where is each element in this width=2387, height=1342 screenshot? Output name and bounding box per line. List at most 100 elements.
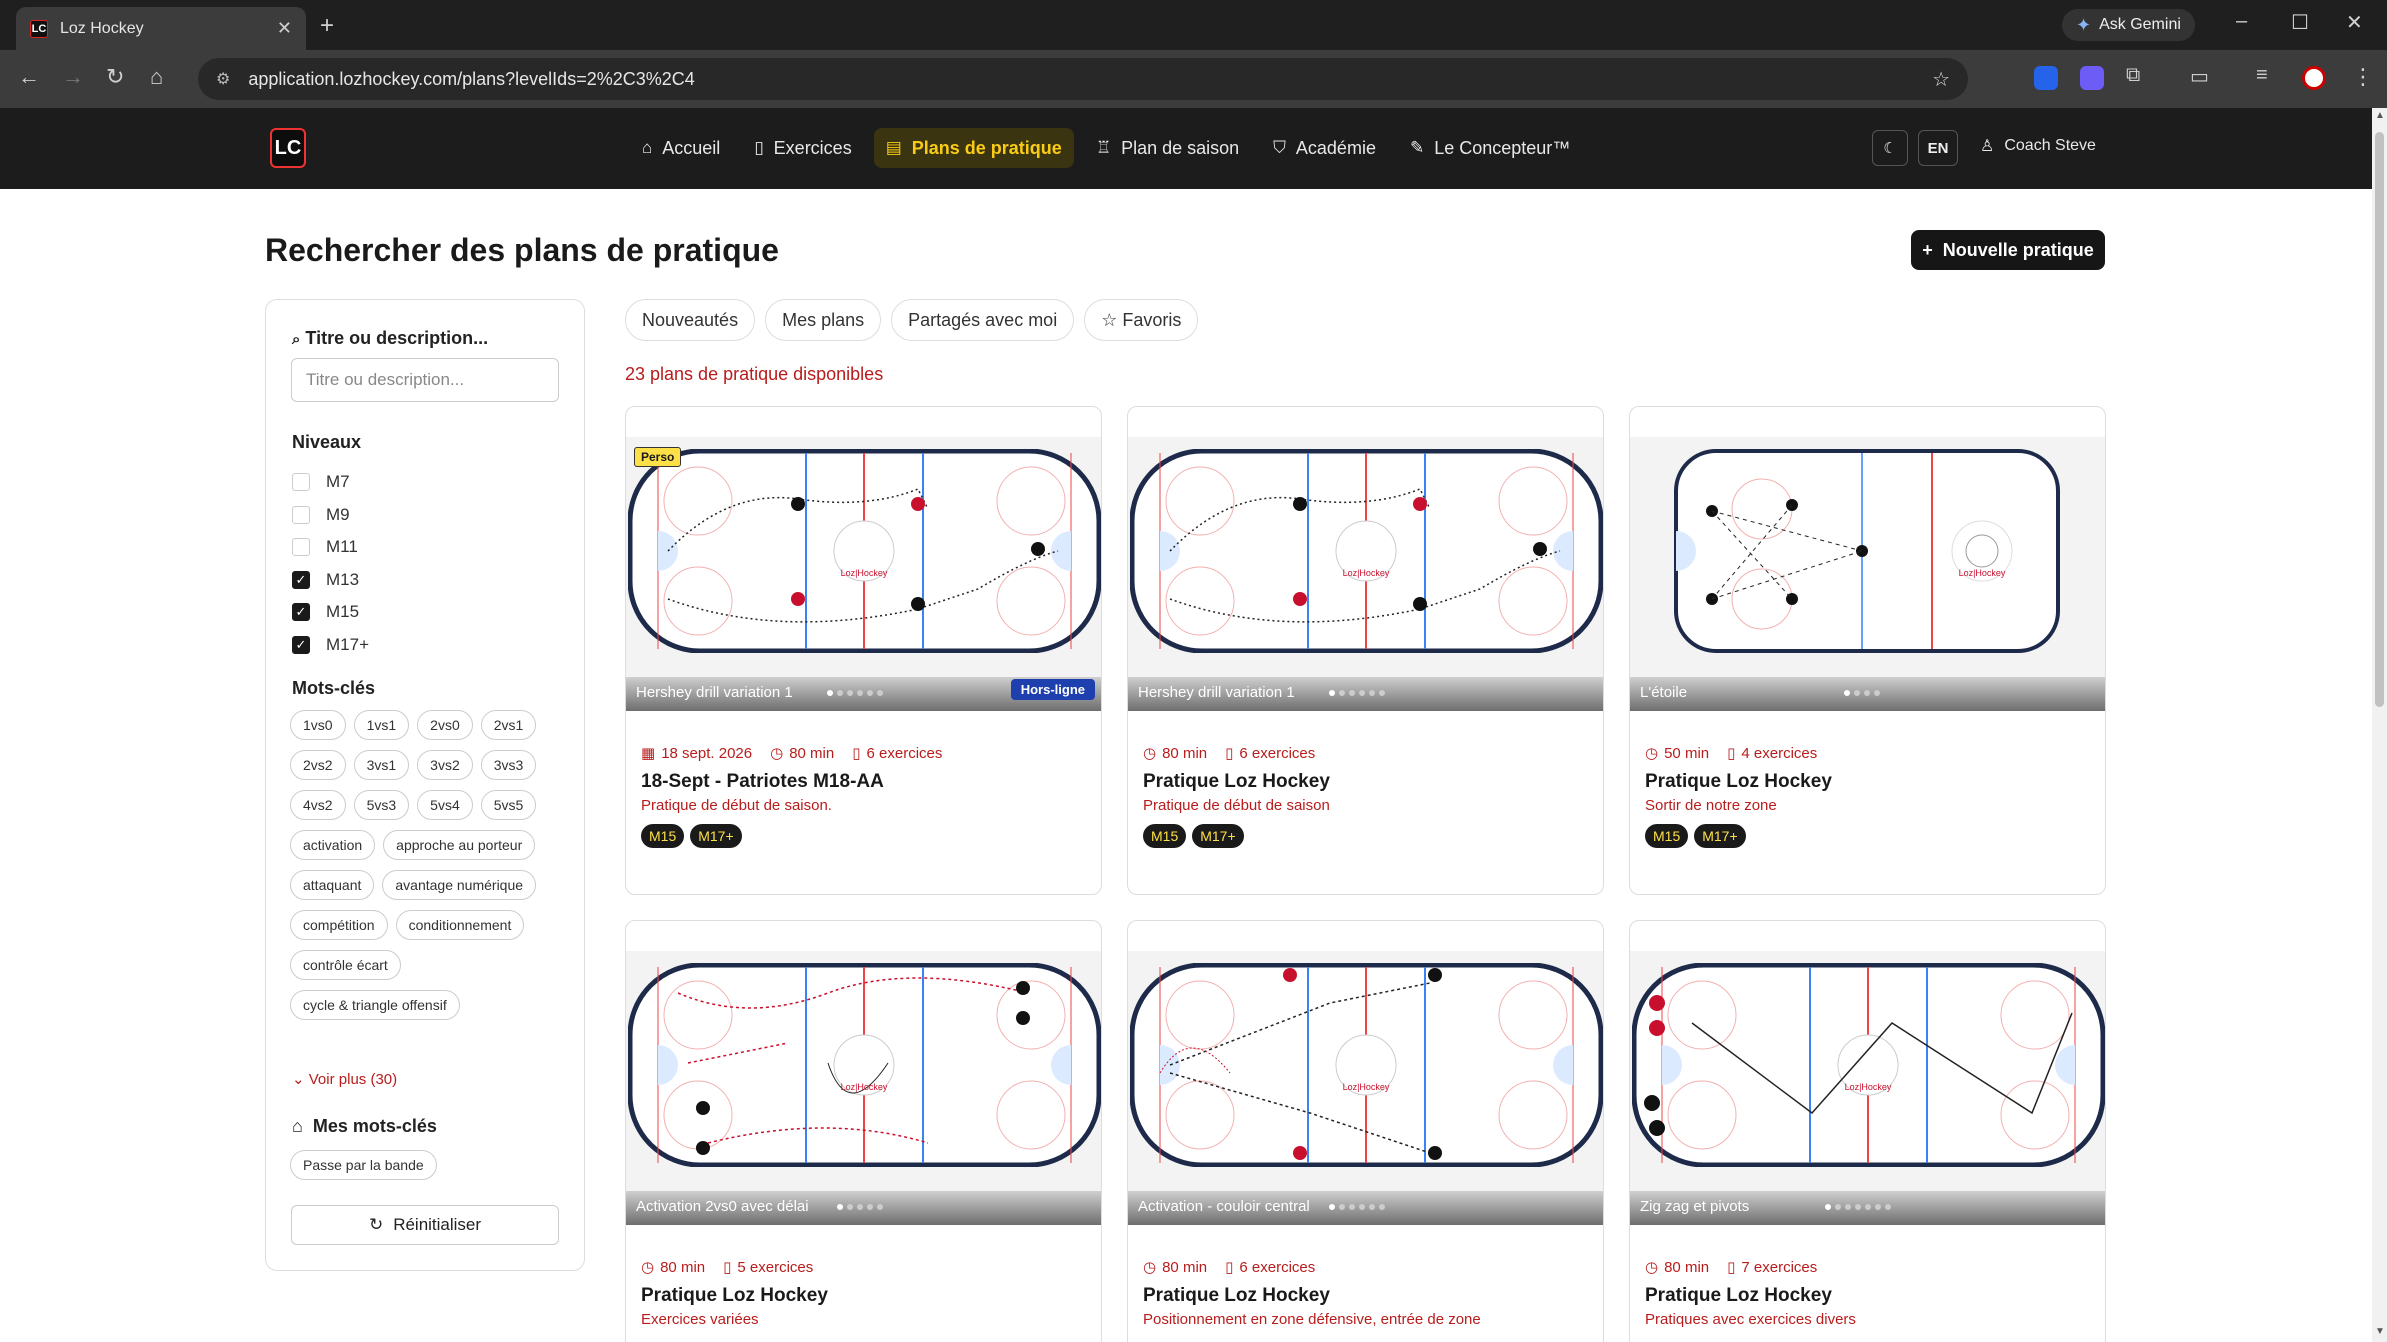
app-logo[interactable]: LC [270, 128, 306, 168]
checkbox[interactable]: ✓ [292, 635, 310, 654]
browser-tab[interactable]: LC Loz Hockey ✕ [16, 7, 306, 50]
level-checkbox-row[interactable]: ✓ M15 [292, 596, 369, 629]
plan-card[interactable]: Loz|Hockey Activation 2vs0 avec délai ◷ 80 … [625, 920, 1102, 1342]
reload-icon[interactable]: ↻ [106, 64, 124, 90]
carousel-dot[interactable] [847, 1204, 853, 1210]
level-checkbox-row[interactable]: ✓ M13 [292, 564, 369, 597]
plan-card-thumbnail[interactable]: Loz|Hockey Hershey drill variation 1 Hors-… [626, 437, 1101, 711]
carousel-dot[interactable] [1855, 1204, 1861, 1210]
carousel-dot[interactable] [867, 1204, 873, 1210]
level-checkbox-row[interactable]: M9 [292, 499, 369, 532]
window-close-icon[interactable]: ✕ [2346, 10, 2363, 35]
plus-icon[interactable]: + [320, 12, 334, 40]
carousel-dot[interactable] [837, 1204, 843, 1210]
nav-plans-de-pratique[interactable]: ▤ Plans de pratique [873, 128, 1074, 168]
carousel-dot[interactable] [857, 1204, 863, 1210]
carousel-dot[interactable] [827, 690, 833, 696]
nav-accueil[interactable]: ⌂ Accueil [630, 128, 732, 168]
keyword-chip[interactable]: 2vs1 [480, 710, 537, 740]
carousel-dot[interactable] [1825, 1204, 1831, 1210]
carousel-dot[interactable] [1369, 690, 1375, 696]
carousel-dot[interactable] [1329, 1204, 1335, 1210]
carousel-dots[interactable] [1329, 690, 1385, 696]
keyword-chip[interactable]: 5vs4 [417, 790, 473, 820]
plan-card-thumbnail[interactable]: Loz|Hockey L'étoile [1630, 437, 2105, 711]
media-queue-icon[interactable]: ≡ [2256, 64, 2268, 87]
ask-gemini-button[interactable]: ✦ Ask Gemini [2062, 9, 2195, 41]
keyword-chip[interactable]: 1vs0 [290, 710, 346, 740]
checkbox[interactable] [292, 473, 310, 492]
level-checkbox-row[interactable]: ✓ M17+ [292, 629, 369, 662]
plan-card[interactable]: Loz|Hockey L'étoile ◷ 50 min ▯ 4 exercices Pra… [1629, 406, 2106, 895]
keyword-chip[interactable]: conditionnement [395, 910, 525, 940]
plan-card[interactable]: Loz|Hockey Zig zag et pivots ◷ 80 min ▯ 7 exe… [1629, 920, 2106, 1342]
carousel-dot[interactable] [1329, 690, 1335, 696]
keyword-chip[interactable]: 5vs5 [480, 790, 537, 820]
omnibox[interactable]: ⚙ application.lozhockey.com/plans?levelI… [198, 58, 1968, 100]
carousel-dot[interactable] [1339, 1204, 1345, 1210]
keyword-chip[interactable]: 5vs3 [353, 790, 410, 820]
nav-le-concepteur[interactable]: ✎ Le Concepteur™ [1398, 128, 1582, 168]
extension-2-icon[interactable] [2080, 66, 2104, 90]
keyword-chip[interactable]: 1vs1 [353, 710, 410, 740]
profile-avatar-icon[interactable] [2302, 66, 2326, 90]
filter-tab[interactable]: Mes plans [765, 299, 882, 341]
carousel-dot[interactable] [1885, 1204, 1891, 1210]
keyword-chip[interactable]: 3vs1 [353, 750, 410, 780]
menu-dots-icon[interactable]: ⋮ [2352, 64, 2374, 90]
bookmark-star-icon[interactable]: ☆ [1932, 67, 1950, 92]
reset-button[interactable]: ↻ Réinitialiser [291, 1205, 559, 1245]
scroll-up-icon[interactable]: ▲ [2375, 110, 2385, 121]
carousel-dot[interactable] [847, 690, 853, 696]
carousel-dot[interactable] [1379, 690, 1385, 696]
keyword-chip[interactable]: avantage numérique [382, 870, 537, 900]
carousel-dot[interactable] [877, 690, 883, 696]
carousel-dot[interactable] [1359, 690, 1365, 696]
carousel-dot[interactable] [867, 690, 873, 696]
extensions-puzzle-icon[interactable]: ⧉ [2126, 64, 2140, 87]
carousel-dots[interactable] [1844, 690, 1880, 696]
carousel-dot[interactable] [1845, 1204, 1851, 1210]
carousel-dot[interactable] [1339, 690, 1345, 696]
language-toggle[interactable]: EN [1918, 130, 1958, 166]
new-practice-button[interactable]: + Nouvelle pratique [1911, 230, 2105, 270]
see-more-link[interactable]: ⌄ Voir plus (30) [292, 1070, 397, 1088]
keyword-chip[interactable]: 4vs2 [290, 790, 346, 820]
carousel-dot[interactable] [1854, 690, 1860, 696]
forward-icon[interactable]: → [62, 64, 84, 90]
my-keyword-chip[interactable]: Passe par la bande [290, 1150, 437, 1180]
checkbox[interactable] [292, 505, 310, 524]
level-checkbox-row[interactable]: M11 [292, 531, 369, 564]
close-icon[interactable]: ✕ [277, 18, 292, 39]
keyword-chip[interactable]: 2vs0 [417, 710, 473, 740]
carousel-dots[interactable] [1825, 1204, 1891, 1210]
plan-card-thumbnail[interactable]: Loz|Hockey Hershey drill variation 1 [1128, 437, 1603, 711]
checkbox[interactable]: ✓ [292, 570, 310, 589]
nav-academie[interactable]: ⛉ Académie [1261, 128, 1388, 168]
minimize-icon[interactable]: – [2236, 10, 2247, 33]
carousel-dot[interactable] [1359, 1204, 1365, 1210]
carousel-dot[interactable] [1874, 690, 1880, 696]
carousel-dot[interactable] [877, 1204, 883, 1210]
nav-plan-de-saison[interactable]: ♖ Plan de saison [1084, 128, 1251, 168]
keyword-chip[interactable]: attaquant [290, 870, 375, 900]
carousel-dots[interactable] [1329, 1204, 1385, 1210]
carousel-dot[interactable] [1865, 1204, 1871, 1210]
scroll-down-icon[interactable]: ▼ [2375, 1326, 2385, 1337]
plan-card[interactable]: Loz|Hockey Activation - couloir central ◷ 8… [1127, 920, 1604, 1342]
search-input[interactable] [291, 358, 559, 402]
level-checkbox-row[interactable]: M7 [292, 466, 369, 499]
filter-tab[interactable]: Nouveautés [625, 299, 756, 341]
home-browser-icon[interactable]: ⌂ [150, 64, 163, 90]
maximize-icon[interactable]: ☐ [2291, 10, 2309, 35]
carousel-dot[interactable] [1864, 690, 1870, 696]
plan-card[interactable]: Loz|Hockey Hershey drill variation 1 Hors-… [625, 406, 1102, 895]
extension-1-icon[interactable] [2034, 66, 2058, 90]
site-info-icon[interactable]: ⚙ [216, 69, 230, 89]
carousel-dots[interactable] [837, 1204, 883, 1210]
carousel-dot[interactable] [857, 690, 863, 696]
keyword-chip[interactable]: compétition [290, 910, 388, 940]
carousel-dots[interactable] [827, 690, 883, 696]
carousel-dot[interactable] [1875, 1204, 1881, 1210]
carousel-dot[interactable] [1349, 1204, 1355, 1210]
